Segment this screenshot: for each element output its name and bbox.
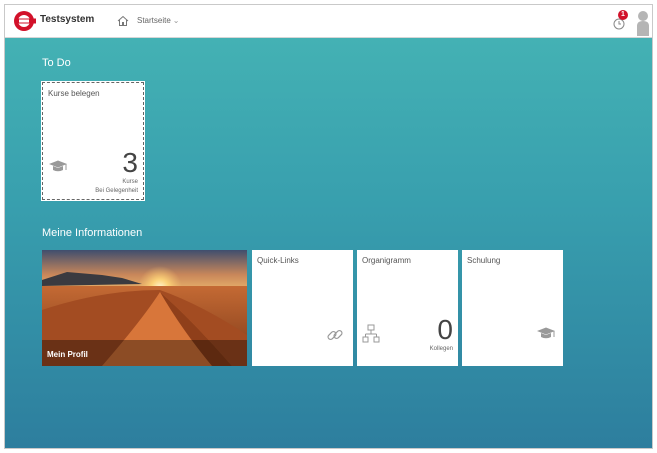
launchpad-frame: Testsystem Startseite ⌄ 1 To Do Kurse bel… <box>4 4 653 449</box>
tile-unit: Kollegen <box>429 346 453 352</box>
app-title: Testsystem <box>40 14 95 25</box>
org-chart-icon <box>362 324 380 343</box>
notification-badge: 1 <box>618 10 628 20</box>
tile-organigramm[interactable]: Organigramm 0 Kollegen <box>357 250 458 366</box>
tile-info: Bei Gelegenheit <box>95 188 138 194</box>
shell-bar: Testsystem Startseite ⌄ 1 <box>5 5 652 38</box>
tile-title: Mein Profil <box>47 350 88 359</box>
tile-title: Kurse belegen <box>48 89 100 98</box>
link-icon <box>327 329 343 341</box>
tile-mein-profil[interactable]: Mein Profil <box>42 250 247 366</box>
startseite-label: Startseite <box>137 16 171 25</box>
profile-desert-image <box>42 250 247 366</box>
tile-kurse-belegen[interactable]: Kurse belegen 3 Kurse Bei Gelegenheit <box>41 81 145 201</box>
company-logo-icon[interactable] <box>13 10 37 32</box>
tile-title: Quick-Links <box>257 256 299 265</box>
home-icon[interactable] <box>117 15 129 27</box>
tile-schulung[interactable]: Schulung <box>462 250 563 366</box>
graduation-cap-icon <box>49 160 67 172</box>
startseite-nav-button[interactable]: Startseite ⌄ <box>137 16 180 25</box>
info-section-title: Meine Informationen <box>42 227 143 239</box>
todo-section-title: To Do <box>42 57 71 69</box>
tile-unit: Kurse <box>122 179 138 185</box>
user-avatar-icon[interactable] <box>635 8 651 36</box>
notifications-button[interactable]: 1 <box>613 10 629 31</box>
tile-title: Organigramm <box>362 256 411 265</box>
tile-value: 0 <box>437 314 453 345</box>
tile-value: 3 <box>122 147 138 178</box>
chevron-down-icon: ⌄ <box>172 16 180 25</box>
tile-quick-links[interactable]: Quick-Links <box>252 250 353 366</box>
graduation-cap-icon <box>537 327 555 339</box>
tile-title: Schulung <box>467 256 501 265</box>
